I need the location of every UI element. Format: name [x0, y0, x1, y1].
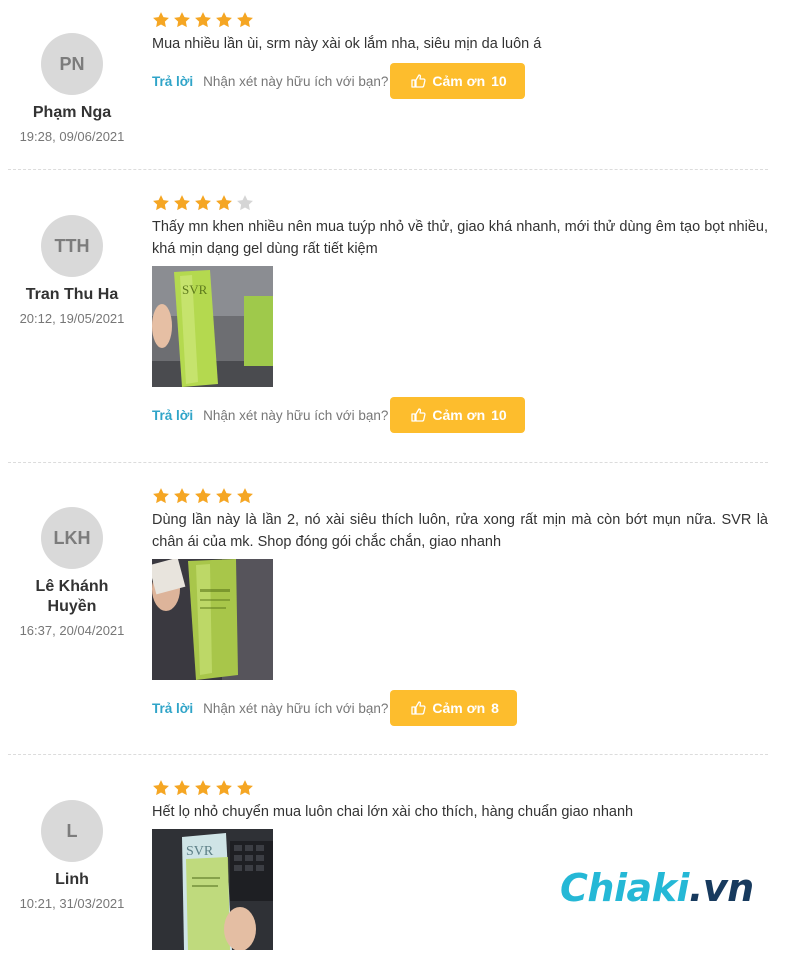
helpful-question: Nhận xét này hữu ích với bạn?	[203, 73, 389, 89]
helpful-question: Nhận xét này hữu ích với bạn?	[203, 700, 389, 716]
thanks-label: Cảm ơn	[432, 407, 486, 423]
thumbs-up-icon	[411, 408, 426, 422]
star-filled-icon	[153, 12, 169, 28]
reviewer-info: TTH Tran Thu Ha 20:12, 19/05/2021	[0, 215, 144, 326]
star-filled-icon	[237, 780, 253, 796]
star-filled-icon	[195, 488, 211, 504]
star-filled-icon	[237, 12, 253, 28]
review-text: Dùng lần này là lần 2, nó xài siêu thích…	[152, 512, 768, 550]
reviewer-info: LKH Lê Khánh Huyền 16:37, 20/04/2021	[0, 507, 144, 638]
thanks-button[interactable]: Cảm ơn 10	[390, 63, 525, 99]
reviewer-name: Phạm Nga	[32, 104, 112, 121]
avatar: LKH	[41, 507, 103, 569]
reply-link[interactable]: Trả lời	[152, 408, 193, 423]
avatar: PN	[41, 33, 103, 95]
reviewer-name: Lê Khánh Huyền	[35, 578, 109, 615]
review-date: 10:21, 31/03/2021	[19, 896, 125, 911]
star-filled-icon	[216, 12, 232, 28]
watermark-part-1: Chiaki	[560, 866, 689, 910]
thanks-count: 8	[491, 700, 499, 716]
star-filled-icon	[174, 488, 190, 504]
star-filled-icon	[153, 195, 169, 211]
rating-stars	[152, 779, 768, 797]
review-body: Dùng lần này là lần 2, nó xài siêu thích…	[152, 487, 768, 726]
thanks-button[interactable]: Cảm ơn 8	[390, 690, 517, 726]
helpful-question: Nhận xét này hữu ích với bạn?	[203, 407, 389, 423]
reviewer-name: Tran Thu Ha	[25, 286, 119, 303]
review-date: 19:28, 09/06/2021	[19, 129, 125, 144]
star-filled-icon	[153, 780, 169, 796]
review-text: Hết lọ nhỏ chuyển mua luôn chai lớn xài …	[152, 804, 634, 820]
review-text: Mua nhiều lần ùi, srm này xài ok lắm nha…	[152, 36, 542, 52]
reviewer-info: PN Phạm Nga 19:28, 09/06/2021	[0, 33, 144, 144]
reviewer-name: Linh	[55, 871, 89, 888]
review-photo[interactable]	[152, 559, 273, 680]
review-item: TTH Tran Thu Ha 20:12, 19/05/2021 Thấy m…	[0, 170, 792, 463]
star-filled-icon	[195, 12, 211, 28]
thumbs-up-icon	[411, 74, 426, 88]
avatar: L	[41, 800, 103, 862]
rating-stars	[152, 487, 768, 505]
review-body: Mua nhiều lần ùi, srm này xài ok lắm nha…	[152, 11, 768, 99]
review-item: LKH Lê Khánh Huyền 16:37, 20/04/2021 Dùn…	[0, 463, 792, 755]
photo-brand: SVR	[182, 282, 208, 297]
review-photo[interactable]: SVR	[152, 266, 273, 387]
bottle-photo: SVR	[152, 829, 273, 950]
tube-photo: SVR	[152, 266, 273, 387]
star-filled-icon	[174, 195, 190, 211]
watermark-part-2: .vn	[688, 866, 754, 910]
star-filled-icon	[216, 780, 232, 796]
star-filled-icon	[195, 195, 211, 211]
rating-stars	[152, 194, 768, 212]
watermark-logo: Chiaki.vn	[560, 866, 754, 910]
star-filled-icon	[174, 12, 190, 28]
thanks-label: Cảm ơn	[432, 73, 486, 89]
thanks-button[interactable]: Cảm ơn 10	[390, 397, 525, 433]
thumbs-up-icon	[411, 701, 426, 715]
review-actions: Trả lời Nhận xét này hữu ích với bạn? Cả…	[152, 397, 768, 433]
star-filled-icon	[237, 488, 253, 504]
review-body: Thấy mn khen nhiều nên mua tuýp nhỏ về t…	[152, 194, 768, 433]
review-item: PN Phạm Nga 19:28, 09/06/2021 Mua nhiều …	[0, 0, 792, 170]
star-filled-icon	[195, 780, 211, 796]
star-empty-icon	[237, 195, 253, 211]
rating-stars	[152, 11, 768, 29]
star-filled-icon	[216, 488, 232, 504]
photo-brand: SVR	[186, 844, 214, 859]
star-filled-icon	[216, 195, 232, 211]
reply-link[interactable]: Trả lời	[152, 701, 193, 716]
thanks-count: 10	[491, 73, 507, 89]
review-actions: Trả lời Nhận xét này hữu ích với bạn? Cả…	[152, 690, 768, 726]
tube-photo	[152, 559, 273, 680]
star-filled-icon	[153, 488, 169, 504]
reply-link[interactable]: Trả lời	[152, 74, 193, 89]
review-date: 20:12, 19/05/2021	[19, 311, 125, 326]
star-filled-icon	[174, 780, 190, 796]
thanks-label: Cảm ơn	[432, 700, 486, 716]
review-actions: Trả lời Nhận xét này hữu ích với bạn? Cả…	[152, 63, 768, 99]
reviewer-info: L Linh 10:21, 31/03/2021	[0, 800, 144, 911]
review-date: 16:37, 20/04/2021	[19, 623, 125, 638]
review-text: Thấy mn khen nhiều nên mua tuýp nhỏ về t…	[152, 219, 768, 257]
review-item: L Linh 10:21, 31/03/2021 Hết lọ nhỏ chuy…	[0, 755, 792, 960]
thanks-count: 10	[491, 407, 507, 423]
review-photo[interactable]: SVR	[152, 829, 273, 950]
review-body: Hết lọ nhỏ chuyển mua luôn chai lớn xài …	[152, 779, 768, 950]
avatar: TTH	[41, 215, 103, 277]
